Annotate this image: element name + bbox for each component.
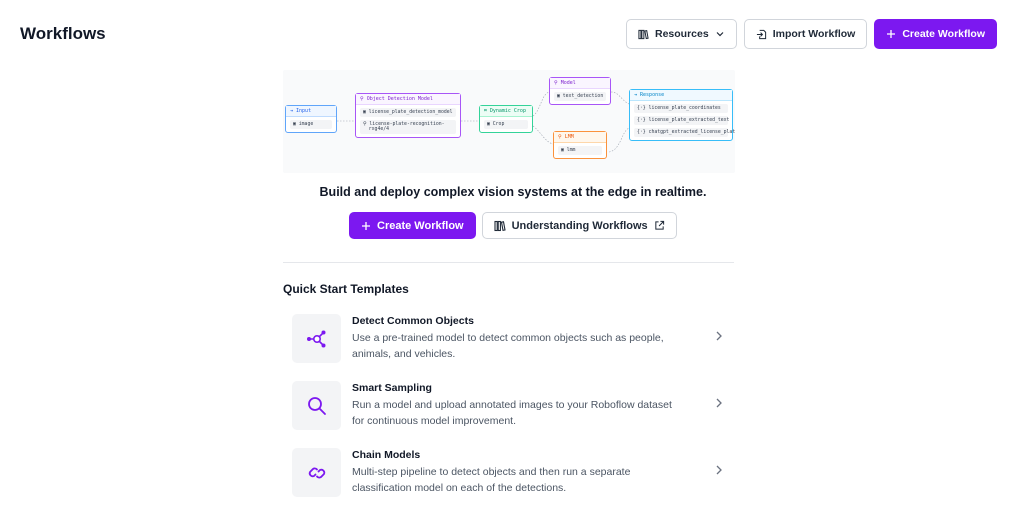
resources-label: Resources <box>654 28 709 40</box>
input-node-header: ⇥ Input <box>286 106 336 117</box>
model-node-row: ▣ text_detection <box>554 92 606 101</box>
object-detection-header: ⚲ Object Detection Model <box>356 94 460 105</box>
chevron-down-icon <box>715 29 725 39</box>
plus-icon <box>886 29 896 39</box>
input-node-row: ▣ image <box>290 120 332 129</box>
object-detection-model-row: ⚲ license-plate-recognition- rxg4e/4 <box>360 120 456 134</box>
external-link-icon <box>654 220 665 231</box>
book-icon <box>494 220 506 232</box>
lmm-node: ⚲ LMM ▣ lmm <box>553 131 607 159</box>
template-smart-sampling[interactable]: Smart Sampling Run a model and upload an… <box>283 381 734 443</box>
template-name: Chain Models <box>352 449 421 461</box>
template-chain-models[interactable]: Chain Models Multi-step pipeline to dete… <box>283 448 734 510</box>
understanding-label: Understanding Workflows <box>511 219 648 232</box>
response-row-text: {·} license_plate_extracted_text <box>634 116 729 125</box>
create-label: Create Workflow <box>902 28 985 40</box>
object-detection-node: ⚲ Object Detection Model ▣ license_plate… <box>355 93 461 138</box>
chevron-right-icon <box>714 329 724 347</box>
model-node: ⚲ Model ▣ text_detection <box>549 77 611 105</box>
input-node: ⇥ Input ▣ image <box>285 105 337 133</box>
chevron-right-icon <box>714 463 724 481</box>
model-node-header: ⚲ Model <box>550 78 610 89</box>
search-icon <box>292 381 341 430</box>
hero-create-label: Create Workflow <box>377 219 464 232</box>
template-name: Detect Common Objects <box>352 315 474 327</box>
dynamic-crop-row: ▣ Crop <box>484 120 528 129</box>
import-workflow-button[interactable]: Import Workflow <box>743 19 868 49</box>
chevron-right-icon <box>714 396 724 414</box>
response-row-coordinates: {·} license_plate_coordinates <box>634 104 728 113</box>
hero-tagline: Build and deploy complex vision systems … <box>319 185 707 199</box>
workflow-diagram-illustration: ⇥ Input ▣ image ⚲ Object Detection Model… <box>283 70 735 173</box>
page-title: Workflows <box>20 24 106 43</box>
object-detection-row: ▣ license_plate_detection_model <box>360 108 456 117</box>
book-icon <box>638 29 649 40</box>
plus-icon <box>361 221 371 231</box>
create-workflow-button[interactable]: Create Workflow <box>874 19 997 49</box>
link-icon <box>292 448 341 497</box>
lmm-node-header: ⚲ LMM <box>554 132 606 143</box>
hero-create-workflow-button[interactable]: Create Workflow <box>349 212 476 239</box>
template-description: Multi-step pipeline to detect objects an… <box>352 466 631 494</box>
dynamic-crop-header: ⌗ Dynamic Crop <box>480 106 532 117</box>
resources-button[interactable]: Resources <box>625 19 737 49</box>
import-icon <box>756 29 767 40</box>
template-description: Use a pre-trained model to detect common… <box>352 332 664 360</box>
section-divider <box>283 262 734 263</box>
response-row-chatgpt: {·} chatgpt_extracted_license_plate <box>634 128 735 137</box>
response-node-header: ⇥ Response <box>630 90 732 101</box>
understanding-workflows-link[interactable]: Understanding Workflows <box>481 212 677 239</box>
dynamic-crop-node: ⌗ Dynamic Crop ▣ Crop <box>479 105 533 133</box>
header-actions: Resources Import Workflow Create Workflo… <box>625 19 997 49</box>
nodes-icon <box>292 314 341 363</box>
lmm-node-row: ▣ lmm <box>558 146 602 155</box>
template-name: Smart Sampling <box>352 382 432 394</box>
template-detect-common-objects[interactable]: Detect Common Objects Use a pre-trained … <box>283 314 734 376</box>
hero-actions: Create Workflow Understanding Workflows <box>349 212 677 239</box>
import-label: Import Workflow <box>772 28 856 40</box>
quick-start-title: Quick Start Templates <box>283 282 409 296</box>
response-node: ⇥ Response {·} license_plate_coordinates… <box>629 89 735 141</box>
template-description: Run a model and upload annotated images … <box>352 399 672 427</box>
